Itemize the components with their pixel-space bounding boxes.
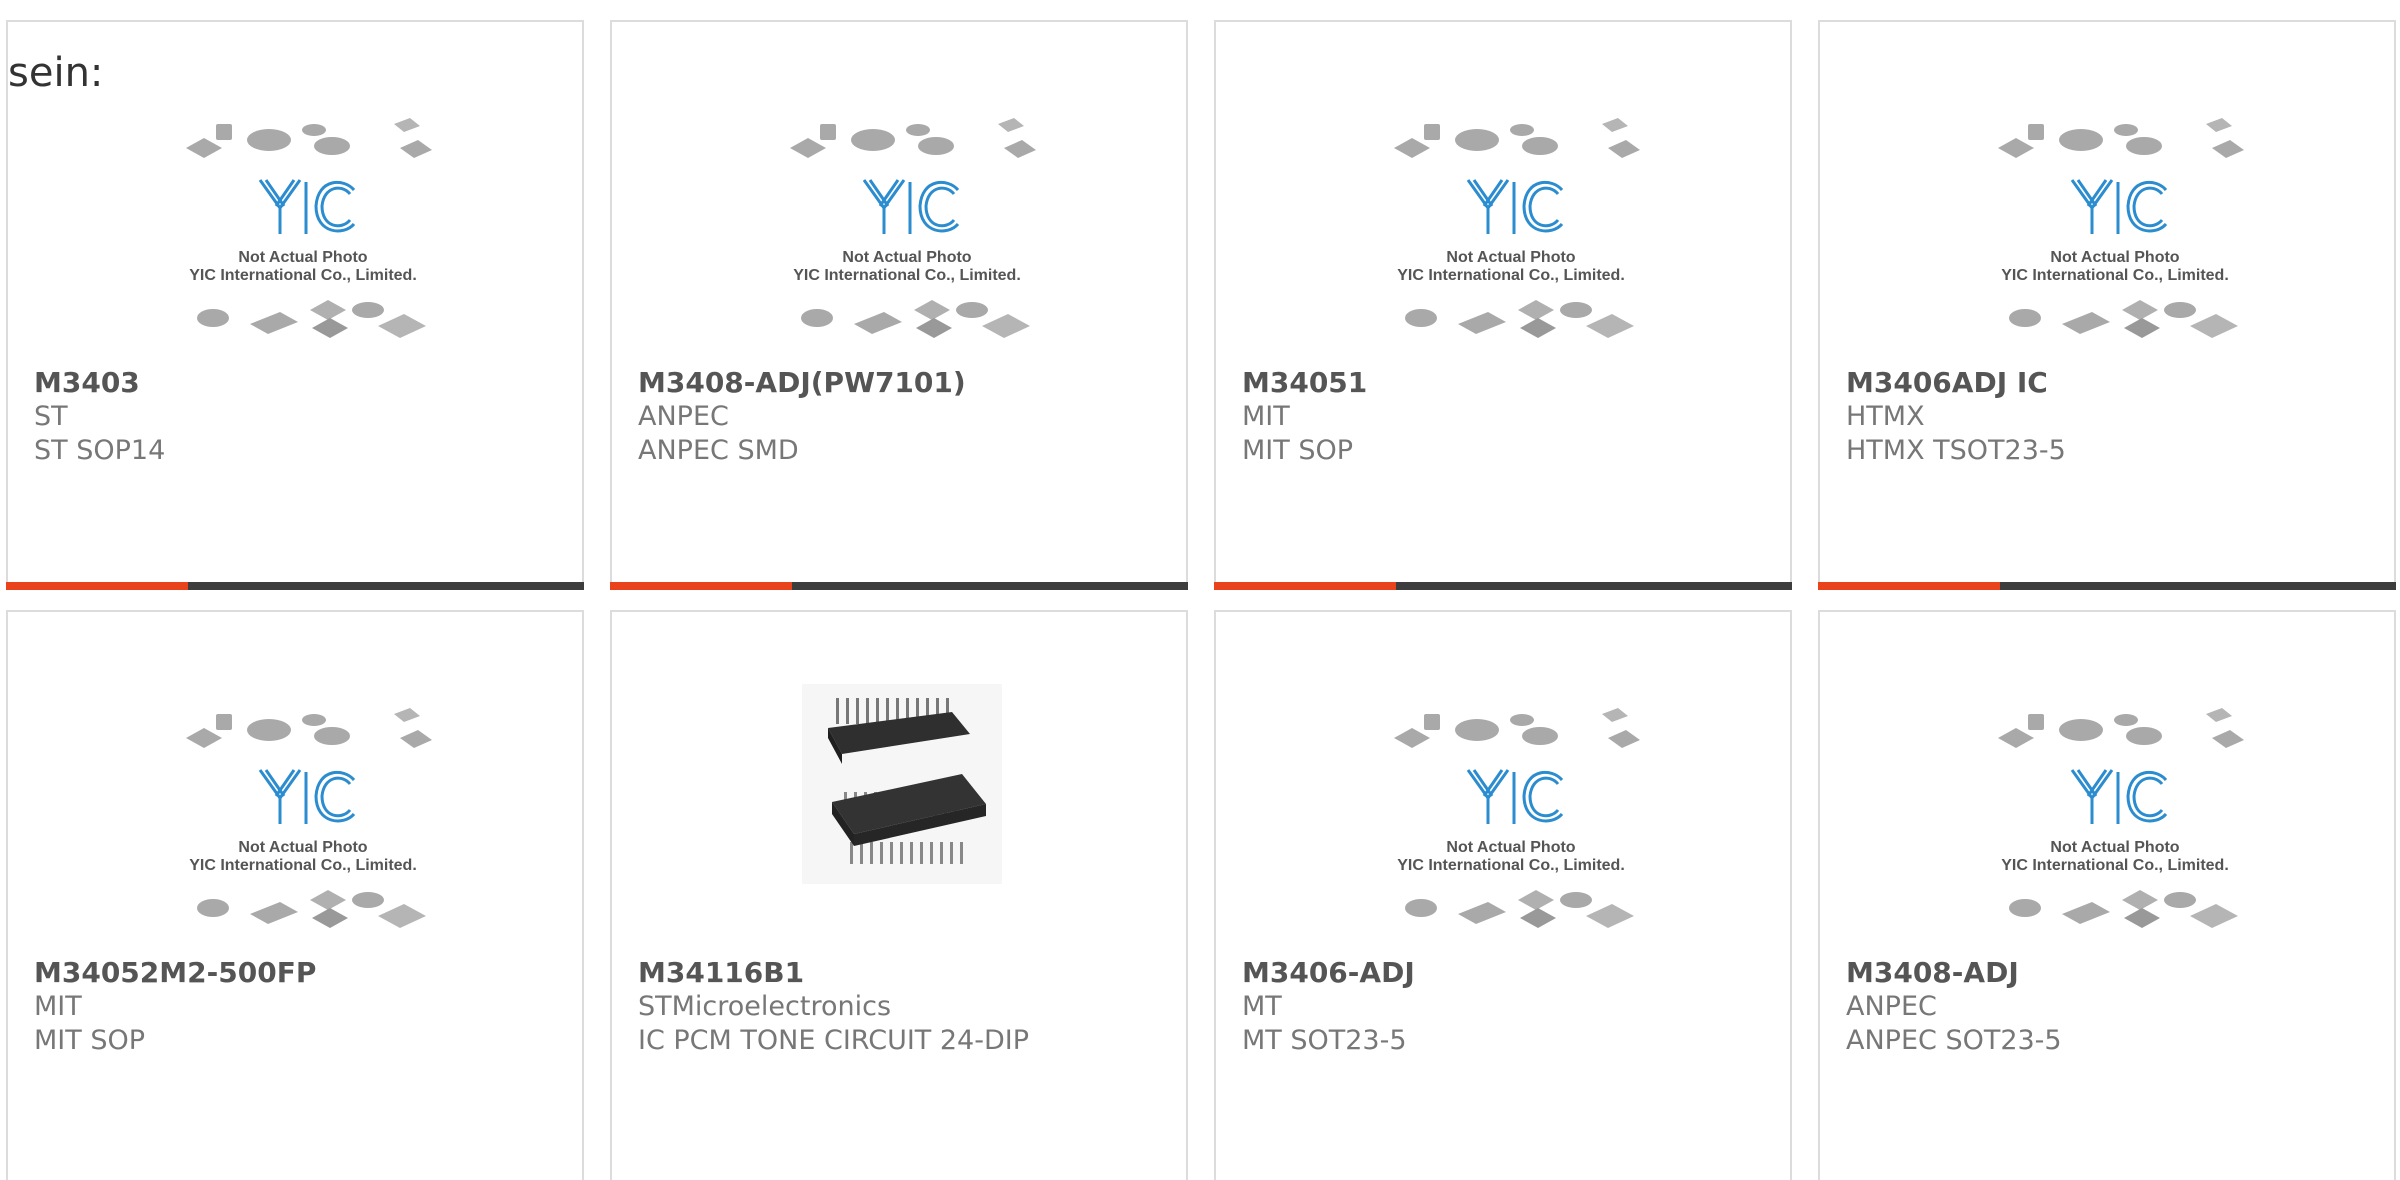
product-image-placeholder[interactable]: Not Actual Photo YIC International Co., … <box>1980 702 2250 942</box>
product-photo-dip-chip[interactable] <box>802 684 1002 884</box>
product-description: MT SOT23-5 <box>1242 1025 1407 1056</box>
placeholder-line1: Not Actual Photo <box>1446 839 1575 856</box>
product-image-placeholder[interactable]: Not Actual Photo YIC International Co., … <box>1376 702 1646 942</box>
product-manufacturer: ST <box>34 401 68 432</box>
yic-logo <box>258 179 356 234</box>
accent-segment <box>6 582 188 590</box>
product-description: MIT SOP <box>34 1025 146 1056</box>
card-accent-bar <box>610 582 1188 590</box>
product-card[interactable]: Not Actual Photo YIC International Co., … <box>1818 20 2396 590</box>
dark-segment <box>1396 582 1792 590</box>
product-manufacturer: HTMX <box>1846 401 1925 432</box>
product-card[interactable]: Not Actual Photo YIC International Co., … <box>1818 610 2396 1180</box>
product-part-number[interactable]: M3406ADJ IC <box>1846 366 2066 400</box>
product-description: ANPEC SMD <box>638 435 799 466</box>
product-part-number[interactable]: M3403 <box>34 366 165 400</box>
product-manufacturer: STMicroelectronics <box>638 991 892 1022</box>
product-info: M34051 MIT MIT SOP <box>1242 366 1367 468</box>
placeholder-line1: Not Actual Photo <box>2050 839 2179 856</box>
product-info: M3408-ADJ ANPEC ANPEC SOT23-5 <box>1846 956 2062 1058</box>
product-manufacturer: MIT <box>34 991 82 1022</box>
yic-logo <box>1466 179 1564 234</box>
product-part-number[interactable]: M3406-ADJ <box>1242 956 1415 990</box>
accent-segment <box>610 582 792 590</box>
placeholder-line2: YIC International Co., Limited. <box>189 267 417 284</box>
placeholder-line2: YIC International Co., Limited. <box>2001 267 2229 284</box>
product-image-placeholder[interactable]: Not Actual Photo YIC International Co., … <box>1376 112 1646 352</box>
product-info: M3406-ADJ MT MT SOT23-5 <box>1242 956 1415 1058</box>
product-manufacturer: ANPEC <box>1846 991 1937 1022</box>
product-description: MIT SOP <box>1242 435 1354 466</box>
dark-segment <box>792 582 1188 590</box>
product-image-placeholder[interactable]: Not Actual Photo YIC International Co., … <box>168 702 438 942</box>
product-card[interactable]: Not Actual Photo YIC International Co., … <box>610 20 1188 590</box>
accent-segment <box>1818 582 2000 590</box>
product-card[interactable]: M34116B1 STMicroelectronics IC PCM TONE CI… <box>610 610 1188 1180</box>
card-accent-bar <box>1818 582 2396 590</box>
yic-logo <box>258 769 356 824</box>
product-description: IC PCM TONE CIRCUIT 24-DIP <box>638 1025 1030 1056</box>
product-image-placeholder[interactable]: Not Actual Photo YIC International Co., … <box>1980 112 2250 352</box>
product-manufacturer: MT <box>1242 991 1282 1022</box>
placeholder-line1: Not Actual Photo <box>1446 249 1575 266</box>
product-info: M34052M2-500FP MIT MIT SOP <box>34 956 316 1058</box>
product-info: M3406ADJ IC HTMX HTMX TSOT23-5 <box>1846 366 2066 468</box>
dark-segment <box>2000 582 2396 590</box>
product-part-number[interactable]: M34052M2-500FP <box>34 956 316 990</box>
product-manufacturer: MIT <box>1242 401 1290 432</box>
placeholder-line2: YIC International Co., Limited. <box>793 267 1021 284</box>
product-info: M3403 ST ST SOP14 <box>34 366 165 468</box>
product-part-number[interactable]: M3408-ADJ <box>1846 956 2062 990</box>
product-card[interactable]: Not Actual Photo YIC International Co., … <box>6 610 584 1180</box>
yic-logo <box>1466 769 1564 824</box>
product-card[interactable]: Not Actual Photo YIC International Co., … <box>1214 610 1792 1180</box>
product-description: ST SOP14 <box>34 435 166 466</box>
accent-segment <box>1214 582 1396 590</box>
placeholder-line1: Not Actual Photo <box>238 249 367 266</box>
placeholder-line2: YIC International Co., Limited. <box>2001 857 2229 874</box>
yic-logo <box>862 179 960 234</box>
product-image-placeholder[interactable]: Not Actual Photo YIC International Co., … <box>772 112 1042 352</box>
placeholder-line1: Not Actual Photo <box>842 249 971 266</box>
placeholder-line1: Not Actual Photo <box>238 839 367 856</box>
product-card[interactable]: Not Actual Photo YIC International Co., … <box>1214 20 1792 590</box>
placeholder-line2: YIC International Co., Limited. <box>189 857 417 874</box>
product-image-placeholder[interactable]: Not Actual Photo YIC International Co., … <box>168 112 438 352</box>
placeholder-line1: Not Actual Photo <box>2050 249 2179 266</box>
product-part-number[interactable]: M34051 <box>1242 366 1367 400</box>
yic-logo <box>2070 179 2168 234</box>
product-description: HTMX TSOT23-5 <box>1846 435 2066 466</box>
product-info: M34116B1 STMicroelectronics IC PCM TONE CI… <box>638 956 1029 1058</box>
yic-logo <box>2070 769 2168 824</box>
product-card[interactable]: Not Actual Photo YIC International Co., … <box>6 20 584 590</box>
dark-segment <box>188 582 584 590</box>
product-part-number[interactable]: M34116B1 <box>638 956 1029 990</box>
placeholder-line2: YIC International Co., Limited. <box>1397 857 1625 874</box>
product-manufacturer: ANPEC <box>638 401 729 432</box>
product-part-number[interactable]: M3408-ADJ(PW7101) <box>638 366 966 400</box>
card-accent-bar <box>1214 582 1792 590</box>
product-description: ANPEC SOT23-5 <box>1846 1025 2062 1056</box>
card-accent-bar <box>6 582 584 590</box>
placeholder-line2: YIC International Co., Limited. <box>1397 267 1625 284</box>
intro-text: sein: <box>8 50 104 96</box>
product-info: M3408-ADJ(PW7101) ANPEC ANPEC SMD <box>638 366 966 468</box>
